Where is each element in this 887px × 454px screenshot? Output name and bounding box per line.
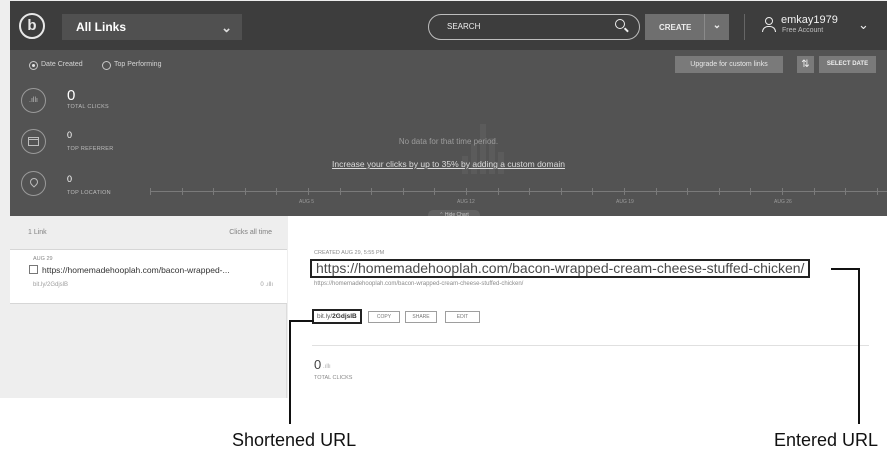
entered-url-title[interactable]: https://homemadehooplah.com/bacon-wrappe… <box>310 259 811 278</box>
link-count: 1 Link <box>28 229 47 236</box>
axis-tick <box>592 188 594 195</box>
axis-tick <box>655 188 657 195</box>
link-list-panel: 1 Link Clicks all time AUG 29 https://ho… <box>10 216 287 398</box>
list-item-checkbox[interactable] <box>29 265 38 274</box>
chevron-down-icon: ⌄ <box>221 20 232 35</box>
bitly-logo-icon[interactable]: b <box>19 13 45 39</box>
shortened-url-leader-line <box>289 320 314 322</box>
sort-date-created-label[interactable]: Date Created <box>41 61 83 68</box>
link-detail-panel: CREATED AUG 29, 5:55 PM https://homemade… <box>288 216 887 398</box>
axis-tick <box>181 188 183 195</box>
axis-tick <box>339 188 341 195</box>
clicks-all-time-label: Clicks all time <box>229 229 272 236</box>
axis-tick <box>782 188 783 195</box>
sort-top-performing-radio[interactable] <box>102 61 111 70</box>
axis-tick <box>213 188 215 195</box>
long-url-link[interactable]: https://homemadehooplah.com/bacon-wrappe… <box>314 281 523 287</box>
custom-domain-link[interactable]: Increase your clicks by up to 35% by add… <box>10 159 887 169</box>
short-link-code: 2GdjslB <box>332 313 357 320</box>
axis-tick <box>371 188 373 195</box>
axis-tick <box>750 188 752 195</box>
list-item-clicks-value: 0 <box>260 282 264 288</box>
detail-divider <box>312 345 869 346</box>
shortened-url-leader-line <box>289 320 291 424</box>
axis-tick <box>497 188 499 195</box>
axis-tick <box>718 188 720 195</box>
axis-tick <box>845 188 847 195</box>
user-icon[interactable] <box>762 17 776 33</box>
share-button[interactable]: SHARE <box>405 311 437 323</box>
total-clicks-label: TOTAL CLICKS <box>67 104 110 110</box>
mini-bar-chart-icon: .ıllı <box>323 364 331 370</box>
link-list-header: 1 Link Clicks all time <box>10 216 287 250</box>
axis-tick <box>687 188 689 195</box>
axis-tick <box>276 188 278 195</box>
search-icon[interactable] <box>615 19 625 29</box>
analytics-panel: Date Created Top Performing Upgrade for … <box>10 50 887 221</box>
axis-tick <box>876 188 878 195</box>
axis-tick <box>466 188 467 195</box>
axis-label: AUG 19 <box>616 199 634 205</box>
axis-tick <box>244 188 246 195</box>
location-pin-icon <box>21 171 46 196</box>
short-link-prefix: bit.ly/ <box>317 313 333 320</box>
detail-total-clicks-value: 0 <box>314 357 322 372</box>
axis-label: AUG 26 <box>774 199 792 205</box>
filter-sliders-icon[interactable]: ⇅ <box>797 56 814 73</box>
mini-bar-chart-icon: .ıllı <box>265 282 273 288</box>
entered-url-callout: Entered URL <box>774 430 879 450</box>
custom-domain-link-text[interactable]: Increase your clicks by up to 35% by add… <box>332 159 565 169</box>
account-plan: Free Account <box>782 27 824 34</box>
links-filter-label: All Links <box>76 20 127 34</box>
top-location-value: 0 <box>67 174 73 184</box>
app-window: b All Links ⌄ SEARCH CREATE ⌄ emkay1979 … <box>0 0 887 398</box>
upgrade-button[interactable]: Upgrade for custom links <box>675 56 783 73</box>
list-item-date: AUG 29 <box>33 256 53 262</box>
links-filter-dropdown[interactable]: All Links ⌄ <box>62 14 242 40</box>
total-clicks-value: 0 <box>67 87 76 104</box>
create-button[interactable]: CREATE ⌄ <box>645 14 729 40</box>
axis-label: AUG 5 <box>299 199 315 205</box>
top-navigation-bar: b All Links ⌄ SEARCH CREATE ⌄ emkay1979 … <box>10 1 887 50</box>
chart-axis <box>150 191 887 192</box>
edit-button[interactable]: EDIT <box>445 311 480 323</box>
axis-tick <box>813 188 815 195</box>
axis-tick <box>308 188 309 195</box>
sort-date-created-radio[interactable] <box>29 61 38 70</box>
entered-url-leader-line <box>831 268 860 270</box>
sort-top-performing-label[interactable]: Top Performing <box>114 61 161 68</box>
detail-total-clicks-label: TOTAL CLICKS <box>314 375 353 381</box>
toolbar-divider <box>744 14 745 40</box>
short-link[interactable]: bit.ly/2GdjslB <box>312 309 362 324</box>
account-chevron-down-icon[interactable]: ⌄ <box>858 17 869 33</box>
no-data-message: No data for that time period. <box>398 137 499 146</box>
axis-tick <box>529 188 531 195</box>
search-placeholder: SEARCH <box>447 22 481 31</box>
axis-tick <box>434 188 436 195</box>
create-dropdown-chevron-icon[interactable]: ⌄ <box>704 14 729 40</box>
created-date: CREATED AUG 29, 5:55 PM <box>314 250 385 256</box>
axis-label: AUG 12 <box>457 199 475 205</box>
entered-url-leader-line <box>858 268 860 424</box>
axis-tick <box>150 188 151 195</box>
bar-chart-icon: .ıllı <box>21 88 46 113</box>
list-item-clicks: 0 .ıllı <box>260 282 273 288</box>
select-date-button[interactable]: SELECT DATE <box>819 56 876 73</box>
axis-tick <box>560 188 562 195</box>
account-username[interactable]: emkay1979 <box>781 14 838 26</box>
top-location-label: TOP LOCATION <box>67 190 111 196</box>
create-label: CREATE <box>659 23 692 32</box>
search-input[interactable]: SEARCH <box>428 14 640 40</box>
shortened-url-callout: Shortened URL <box>232 430 357 450</box>
axis-tick <box>402 188 404 195</box>
list-item-short-link: bit.ly/2GdjslB <box>33 282 69 288</box>
list-item[interactable]: AUG 29 https://homemadehooplah.com/bacon… <box>10 250 287 304</box>
axis-tick <box>624 188 625 195</box>
copy-button[interactable]: COPY <box>368 311 400 323</box>
list-item-title[interactable]: https://homemadehooplah.com/bacon-wrappe… <box>42 265 230 275</box>
top-referrer-label: TOP REFERRER <box>67 146 114 152</box>
